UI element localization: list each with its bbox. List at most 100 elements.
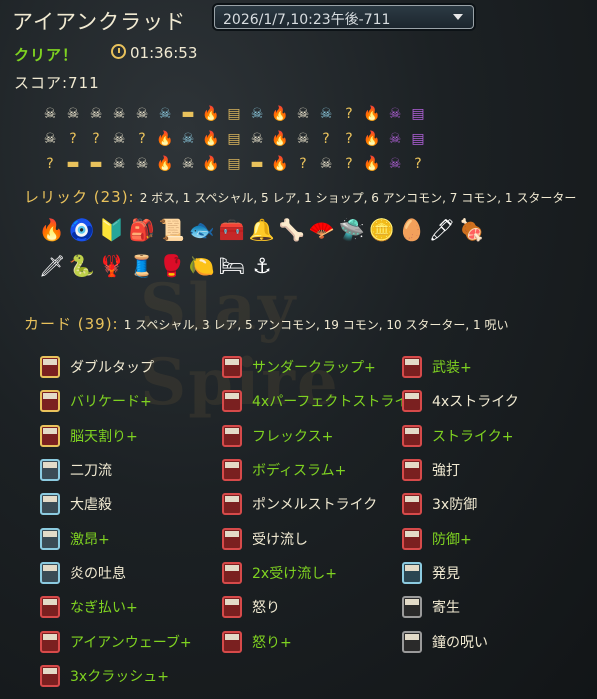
map-boss-icon[interactable]: ☠ [385, 154, 405, 174]
map-fire-icon[interactable]: 🔥 [270, 104, 290, 124]
relic-icon[interactable]: 🍖 [458, 216, 486, 244]
map-fire-icon[interactable]: 🔥 [362, 104, 382, 124]
relic-icon[interactable]: 🦞 [98, 252, 126, 280]
map-skull-icon[interactable]: ☠ [178, 154, 198, 174]
card-list-item[interactable]: ポンメルストライク [222, 487, 422, 521]
card-list-item[interactable]: 受け流し [222, 521, 422, 555]
map-chest-icon[interactable]: ▤ [224, 129, 244, 149]
card-list-item[interactable]: 武装+ [402, 350, 519, 384]
map-fire-icon[interactable]: 🔥 [270, 129, 290, 149]
map-boss-icon[interactable]: ☠ [385, 129, 405, 149]
map-fire-icon[interactable]: 🔥 [362, 154, 382, 174]
map-unknown-icon[interactable]: ? [408, 154, 428, 174]
relic-icon[interactable]: 🛏 [218, 252, 246, 280]
map-elite-icon[interactable]: ☠ [155, 104, 175, 124]
card-list-item[interactable]: なぎ払い+ [40, 590, 192, 624]
relic-icon[interactable]: 📜 [158, 216, 186, 244]
card-list-item[interactable]: 二刀流 [40, 453, 192, 487]
map-chest-icon[interactable]: ▤ [224, 154, 244, 174]
map-gold-icon[interactable]: ▬ [178, 104, 198, 124]
map-boss-icon[interactable]: ☠ [385, 104, 405, 124]
map-fire-icon[interactable]: 🔥 [155, 129, 175, 149]
card-list-item[interactable]: アイアンウェーブ+ [40, 624, 192, 658]
card-list-item[interactable]: ストライク+ [402, 419, 519, 453]
relic-icon[interactable]: 🪙 [368, 216, 396, 244]
map-elite-icon[interactable]: ☠ [178, 129, 198, 149]
relic-icon[interactable]: 🎒 [128, 216, 156, 244]
relic-icon[interactable]: 🦴 [278, 216, 306, 244]
card-list-item[interactable]: 4xパーフェクトストライク [222, 384, 422, 418]
map-skull-icon[interactable]: ☠ [247, 129, 267, 149]
card-list-item[interactable]: 2x受け流し+ [222, 556, 422, 590]
run-select-dropdown[interactable]: 2026/1/7,10:23午後-711 [214, 5, 474, 29]
relic-icon[interactable]: 🛸 [338, 216, 366, 244]
map-gold-icon[interactable]: ▬ [247, 154, 267, 174]
map-unknown-icon[interactable]: ? [339, 104, 359, 124]
map-fire-icon[interactable]: 🔥 [201, 104, 221, 124]
card-list-item[interactable]: 4xストライク [402, 384, 519, 418]
card-list-item[interactable]: 炎の吐息 [40, 556, 192, 590]
relic-icon[interactable]: 🐍 [68, 252, 96, 280]
map-gold-icon[interactable]: ▬ [86, 154, 106, 174]
map-unknown-icon[interactable]: ? [293, 154, 313, 174]
map-fire-icon[interactable]: 🔥 [362, 129, 382, 149]
card-list-item[interactable]: 脳天割り+ [40, 419, 192, 453]
map-shop-icon[interactable]: ▤ [408, 129, 428, 149]
card-list-item[interactable]: 強打 [402, 453, 519, 487]
map-unknown-icon[interactable]: ? [339, 154, 359, 174]
map-skull-icon[interactable]: ☠ [40, 104, 60, 124]
card-list-item[interactable]: 防御+ [402, 521, 519, 555]
map-skull-icon[interactable]: ☠ [40, 129, 60, 149]
map-elite-icon[interactable]: ☠ [247, 104, 267, 124]
relic-icon[interactable]: 🔥 [38, 216, 66, 244]
relic-icon[interactable]: 🥚 [398, 216, 426, 244]
map-unknown-icon[interactable]: ? [63, 129, 83, 149]
card-list-item[interactable]: 大虐殺 [40, 487, 192, 521]
map-gold-icon[interactable]: ▬ [63, 154, 83, 174]
relic-icon[interactable]: ⚓ [248, 252, 276, 280]
relic-icon[interactable]: 🐟 [188, 216, 216, 244]
card-list-item[interactable]: 激昂+ [40, 521, 192, 555]
map-shop-icon[interactable]: ▤ [408, 104, 428, 124]
relic-icon[interactable]: 🔰 [98, 216, 126, 244]
map-skull-icon[interactable]: ☠ [86, 104, 106, 124]
card-list-item[interactable]: 鐘の呪い [402, 624, 519, 658]
map-skull-icon[interactable]: ☠ [109, 104, 129, 124]
map-unknown-icon[interactable]: ? [316, 129, 336, 149]
card-list-item[interactable]: 怒り [222, 590, 422, 624]
map-skull-icon[interactable]: ☠ [316, 154, 336, 174]
map-skull-icon[interactable]: ☠ [293, 129, 313, 149]
map-fire-icon[interactable]: 🔥 [155, 154, 175, 174]
relic-icon[interactable]: 🧿 [68, 216, 96, 244]
map-skull-icon[interactable]: ☠ [132, 154, 152, 174]
card-list-item[interactable]: ボディスラム+ [222, 453, 422, 487]
card-list-item[interactable]: 怒り+ [222, 624, 422, 658]
card-list-item[interactable]: フレックス+ [222, 419, 422, 453]
map-skull-icon[interactable]: ☠ [109, 129, 129, 149]
map-skull-icon[interactable]: ☠ [132, 104, 152, 124]
card-list-item[interactable]: 3x防御 [402, 487, 519, 521]
relic-icon[interactable]: 🧰 [218, 216, 246, 244]
relic-icon[interactable]: 🔔 [248, 216, 276, 244]
relic-icon[interactable]: 🪭 [308, 216, 336, 244]
map-unknown-icon[interactable]: ? [339, 129, 359, 149]
map-chest-icon[interactable]: ▤ [224, 104, 244, 124]
relic-icon[interactable]: 🍋 [188, 252, 216, 280]
card-list-item[interactable]: バリケード+ [40, 384, 192, 418]
relic-icon[interactable]: 🥊 [158, 252, 186, 280]
map-skull-icon[interactable]: ☠ [293, 104, 313, 124]
map-fire-icon[interactable]: 🔥 [270, 154, 290, 174]
map-fire-icon[interactable]: 🔥 [201, 154, 221, 174]
card-list-item[interactable]: ダブルタップ [40, 350, 192, 384]
relic-icon[interactable]: 🖊 [428, 216, 456, 244]
map-unknown-icon[interactable]: ? [86, 129, 106, 149]
relic-icon[interactable]: 🧵 [128, 252, 156, 280]
relic-icon[interactable]: 🗡 [38, 252, 66, 280]
map-skull-icon[interactable]: ☠ [109, 154, 129, 174]
map-unknown-icon[interactable]: ? [132, 129, 152, 149]
card-list-item[interactable]: 発見 [402, 556, 519, 590]
card-list-item[interactable]: サンダークラップ+ [222, 350, 422, 384]
map-fire-icon[interactable]: 🔥 [201, 129, 221, 149]
card-list-item[interactable]: 寄生 [402, 590, 519, 624]
map-elite-icon[interactable]: ☠ [316, 104, 336, 124]
